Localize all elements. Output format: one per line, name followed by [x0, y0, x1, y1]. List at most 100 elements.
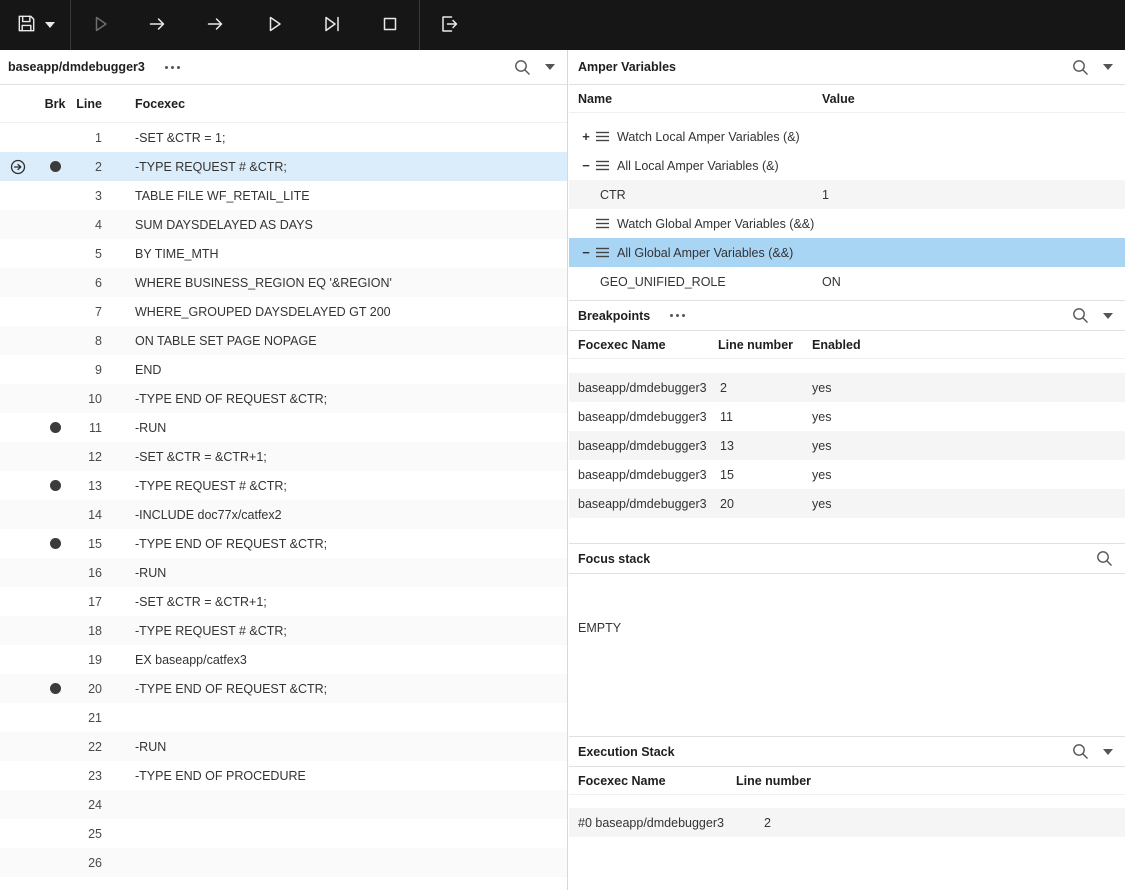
breakpoint-gutter[interactable]	[36, 393, 74, 404]
expander-toggle-icon[interactable]: +	[580, 129, 592, 144]
execution-stack-row[interactable]: #0 baseapp/dmdebugger3 2	[569, 808, 1125, 837]
breakpoint-gutter[interactable]	[36, 364, 74, 375]
code-line-row[interactable]: 26	[0, 848, 567, 877]
step-into-icon	[146, 12, 170, 39]
code-line-row[interactable]: 2 -TYPE REQUEST # &CTR;	[0, 152, 567, 181]
breakpoint-gutter[interactable]	[36, 422, 74, 433]
breakpoint-gutter[interactable]	[36, 683, 74, 694]
overflow-menu-icon[interactable]	[165, 50, 180, 84]
expander-toggle-icon[interactable]: −	[580, 158, 592, 173]
code-line-row[interactable]: 20 -TYPE END OF REQUEST &CTR;	[0, 674, 567, 703]
step-into-button[interactable]	[129, 0, 187, 50]
breakpoint-row[interactable]: baseapp/dmdebugger3 15 yes	[569, 460, 1125, 489]
code-line-row[interactable]: 21	[0, 703, 567, 732]
breakpoint-row[interactable]: baseapp/dmdebugger3 2 yes	[569, 373, 1125, 402]
amper-group-row[interactable]: − All Local Amper Variables (&)	[569, 151, 1125, 180]
amper-group-row[interactable]: + Watch Local Amper Variables (&)	[569, 122, 1125, 151]
breakpoint-gutter[interactable]	[36, 741, 74, 752]
search-icon[interactable]	[1072, 59, 1089, 76]
breakpoint-row[interactable]: baseapp/dmdebugger3 11 yes	[569, 402, 1125, 431]
expander-toggle-icon[interactable]: −	[580, 245, 592, 260]
current-line-gutter	[0, 797, 36, 813]
code-line-row[interactable]: 19 EX baseapp/catfex3	[0, 645, 567, 674]
caret-down-icon[interactable]	[545, 64, 555, 70]
code-line-row[interactable]: 16 -RUN	[0, 558, 567, 587]
code-line-row[interactable]: 25	[0, 819, 567, 848]
breakpoint-gutter[interactable]	[36, 625, 74, 636]
code-line-row[interactable]: 22 -RUN	[0, 732, 567, 761]
breakpoint-gutter[interactable]	[36, 190, 74, 201]
exit-debugger-button[interactable]	[420, 0, 478, 50]
line-number: 2	[74, 160, 102, 174]
breakpoint-gutter[interactable]	[36, 509, 74, 520]
code-line-row[interactable]: 13 -TYPE REQUEST # &CTR;	[0, 471, 567, 500]
code-line-row[interactable]: 11 -RUN	[0, 413, 567, 442]
code-text: WHERE BUSINESS_REGION EQ '&REGION'	[102, 276, 392, 290]
breakpoint-gutter[interactable]	[36, 538, 74, 549]
line-number: 25	[74, 827, 102, 841]
code-text: EX baseapp/catfex3	[102, 653, 247, 667]
col-focexec: Focexec	[102, 97, 185, 111]
code-line-row[interactable]: 15 -TYPE END OF REQUEST &CTR;	[0, 529, 567, 558]
run-button[interactable]	[71, 0, 129, 50]
code-line-row[interactable]: 17 -SET &CTR = &CTR+1;	[0, 587, 567, 616]
breakpoint-gutter[interactable]	[36, 654, 74, 665]
code-text: WHERE_GROUPED DAYSDELAYED GT 200	[102, 305, 391, 319]
amper-group-row[interactable]: Watch Global Amper Variables (&&)	[569, 209, 1125, 238]
caret-down-icon[interactable]	[1103, 313, 1113, 319]
breakpoint-gutter[interactable]	[36, 799, 74, 810]
breakpoint-gutter[interactable]	[36, 712, 74, 723]
breakpoint-gutter[interactable]	[36, 161, 74, 172]
code-panel-header: baseapp/dmdebugger3	[0, 50, 567, 85]
search-icon[interactable]	[514, 59, 531, 76]
amper-group-row[interactable]: − All Global Amper Variables (&&)	[569, 238, 1125, 267]
code-line-row[interactable]: 10 -TYPE END OF REQUEST &CTR;	[0, 384, 567, 413]
code-line-row[interactable]: 24	[0, 790, 567, 819]
caret-down-icon[interactable]	[1103, 749, 1113, 755]
breakpoint-gutter[interactable]	[36, 596, 74, 607]
overflow-menu-icon[interactable]	[670, 301, 685, 330]
code-line-row[interactable]: 5 BY TIME_MTH	[0, 239, 567, 268]
amper-variables-header: Amper Variables	[569, 50, 1125, 85]
line-number: 4	[74, 218, 102, 232]
breakpoint-gutter[interactable]	[36, 132, 74, 143]
breakpoint-row[interactable]: baseapp/dmdebugger3 13 yes	[569, 431, 1125, 460]
breakpoint-gutter[interactable]	[36, 451, 74, 462]
run-to-end-button[interactable]	[303, 0, 361, 50]
code-line-row[interactable]: 6 WHERE BUSINESS_REGION EQ '&REGION'	[0, 268, 567, 297]
breakpoint-gutter[interactable]	[36, 248, 74, 259]
resume-button[interactable]	[245, 0, 303, 50]
code-line-row[interactable]: 4 SUM DAYSDELAYED AS DAYS	[0, 210, 567, 239]
breakpoint-gutter[interactable]	[36, 335, 74, 346]
breakpoint-gutter[interactable]	[36, 219, 74, 230]
breakpoint-gutter[interactable]	[36, 277, 74, 288]
step-over-button[interactable]	[187, 0, 245, 50]
breakpoints-section: Breakpoints Focexec Name Line number Ena…	[569, 300, 1125, 543]
code-line-row[interactable]: 9 END	[0, 355, 567, 384]
search-icon[interactable]	[1072, 743, 1089, 760]
current-line-gutter	[0, 333, 36, 349]
amper-variable-row[interactable]: GEO_UNIFIED_ROLE ON	[569, 267, 1125, 296]
code-line-row[interactable]: 12 -SET &CTR = &CTR+1;	[0, 442, 567, 471]
code-line-row[interactable]: 1 -SET &CTR = 1;	[0, 123, 567, 152]
breakpoint-gutter[interactable]	[36, 857, 74, 868]
caret-down-icon[interactable]	[1103, 64, 1113, 70]
breakpoint-gutter[interactable]	[36, 480, 74, 491]
amper-variable-row[interactable]: CTR 1	[569, 180, 1125, 209]
code-line-row[interactable]: 8 ON TABLE SET PAGE NOPAGE	[0, 326, 567, 355]
code-line-row[interactable]: 3 TABLE FILE WF_RETAIL_LITE	[0, 181, 567, 210]
stop-button[interactable]	[361, 0, 419, 50]
breakpoint-gutter[interactable]	[36, 770, 74, 781]
breakpoint-gutter[interactable]	[36, 567, 74, 578]
search-icon[interactable]	[1096, 550, 1113, 567]
breakpoint-row[interactable]: baseapp/dmdebugger3 20 yes	[569, 489, 1125, 518]
save-button[interactable]	[0, 0, 70, 50]
code-panel: baseapp/dmdebugger3 Brk Line Focexec 1 -…	[0, 50, 568, 890]
search-icon[interactable]	[1072, 307, 1089, 324]
code-line-row[interactable]: 18 -TYPE REQUEST # &CTR;	[0, 616, 567, 645]
code-line-row[interactable]: 7 WHERE_GROUPED DAYSDELAYED GT 200	[0, 297, 567, 326]
breakpoint-gutter[interactable]	[36, 306, 74, 317]
code-line-row[interactable]: 23 -TYPE END OF PROCEDURE	[0, 761, 567, 790]
breakpoint-gutter[interactable]	[36, 828, 74, 839]
code-line-row[interactable]: 14 -INCLUDE doc77x/catfex2	[0, 500, 567, 529]
